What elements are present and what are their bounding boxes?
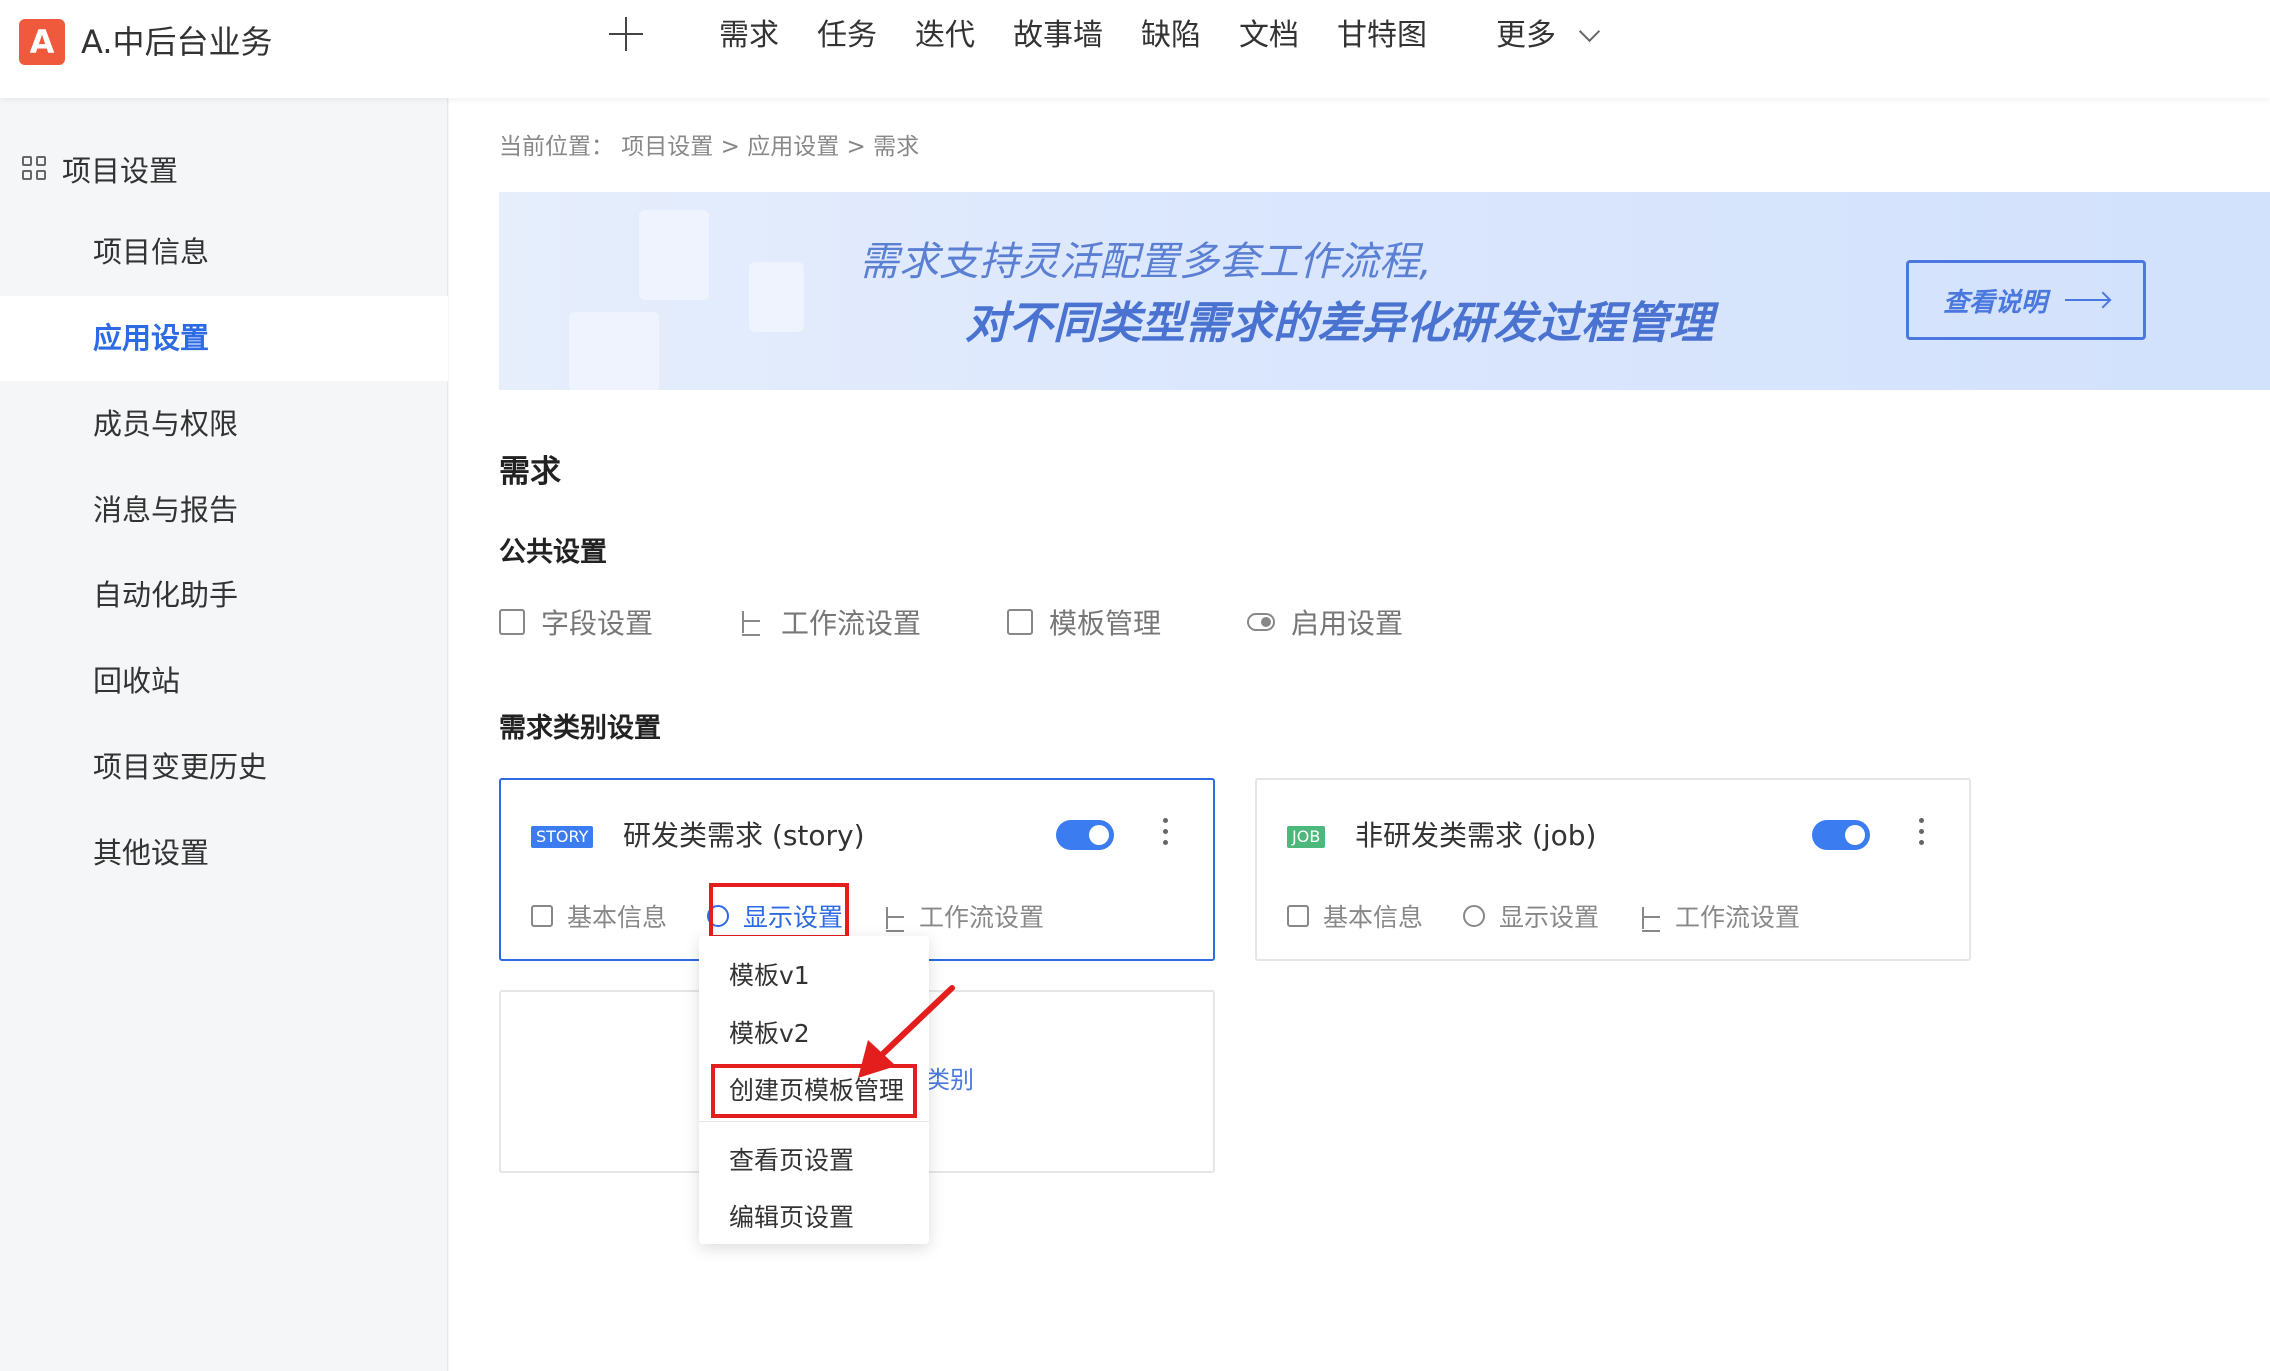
- basic-info-link[interactable]: 基本信息: [1287, 898, 1423, 934]
- nav-more-label: 更多: [1496, 18, 1556, 53]
- sidebar-item-automation[interactable]: 自动化助手: [0, 553, 448, 638]
- sidebar-heading: 项目设置: [22, 148, 178, 190]
- sidebar-heading-label: 项目设置: [62, 154, 179, 188]
- add-icon[interactable]: [604, 12, 648, 56]
- category-card-story[interactable]: STORY 研发类需求 (story) 基本信息 显示设置 工作流设置: [499, 778, 1215, 961]
- info-icon: [1287, 905, 1309, 927]
- job-tag: JOB: [1287, 826, 1326, 848]
- nav-more[interactable]: 更多: [1496, 14, 1601, 58]
- card-workflow-label: 工作流设置: [919, 903, 1045, 932]
- sidebar-item-other[interactable]: 其他设置: [0, 811, 448, 896]
- card-workflow-link[interactable]: 工作流设置: [883, 898, 1044, 934]
- grid-icon: [22, 156, 48, 182]
- workflow-icon: [739, 609, 765, 636]
- display-settings-link[interactable]: 显示设置: [1463, 898, 1599, 934]
- project-name[interactable]: A.中后台业务: [81, 20, 273, 64]
- card-workflow-label: 工作流设置: [1675, 903, 1801, 932]
- sidebar-item-recycle-bin[interactable]: 回收站: [0, 639, 448, 724]
- basic-info-label: 基本信息: [1323, 903, 1424, 932]
- banner-line-1: 需求支持灵活配置多套工作流程,: [859, 239, 1432, 285]
- nav-requirements[interactable]: 需求: [719, 14, 779, 58]
- story-tag: STORY: [531, 826, 594, 848]
- toggle-icon: [1247, 613, 1276, 631]
- basic-info-link[interactable]: 基本信息: [531, 898, 667, 934]
- field-settings-link[interactable]: 字段设置: [499, 602, 653, 642]
- card-workflow-link[interactable]: 工作流设置: [1639, 898, 1800, 934]
- more-vertical-icon[interactable]: [1161, 818, 1169, 850]
- template-management-label: 模板管理: [1049, 607, 1162, 640]
- workflow-icon: [1639, 905, 1661, 932]
- nav-gantt[interactable]: 甘特图: [1337, 14, 1427, 58]
- category-settings-title: 需求类别设置: [499, 713, 661, 744]
- sidebar: 项目设置 项目信息 应用设置 成员与权限 消息与报告 自动化助手 回收站 项目变…: [0, 98, 448, 1371]
- breadcrumb: 当前位置： 项目设置 > 应用设置 > 需求: [499, 134, 920, 160]
- display-settings-label: 显示设置: [1499, 903, 1600, 932]
- basic-info-label: 基本信息: [567, 903, 668, 932]
- info-icon: [531, 905, 553, 927]
- field-settings-label: 字段设置: [541, 607, 654, 640]
- main-nav: 需求 任务 迭代 故事墙 缺陷 文档 甘特图: [719, 14, 1465, 58]
- workflow-settings-link[interactable]: 工作流设置: [739, 602, 921, 642]
- doc-decoration-icon: [749, 262, 804, 332]
- sidebar-item-messages[interactable]: 消息与报告: [0, 468, 448, 553]
- view-docs-label: 查看说明: [1943, 287, 2048, 318]
- banner-line-2: 对不同类型需求的差异化研发过程管理: [965, 298, 1713, 349]
- category-title: 研发类需求 (story): [623, 819, 865, 852]
- template-icon: [1007, 609, 1034, 635]
- page-title: 需求: [499, 454, 561, 490]
- doc-decoration-icon: [569, 312, 659, 390]
- project-logo[interactable]: A: [19, 19, 65, 65]
- field-icon: [499, 609, 525, 635]
- enable-settings-label: 启用设置: [1291, 607, 1404, 640]
- nav-story-wall[interactable]: 故事墙: [1013, 14, 1103, 58]
- enable-toggle[interactable]: [1056, 820, 1114, 850]
- card-links: 基本信息 显示设置 工作流设置: [1287, 898, 1840, 934]
- workflow-settings-label: 工作流设置: [781, 607, 922, 640]
- highlight-box: [709, 883, 849, 939]
- category-card-job[interactable]: JOB 非研发类需求 (job) 基本信息 显示设置 工作流设置: [1255, 778, 1971, 961]
- view-docs-button[interactable]: 查看说明: [1906, 260, 2146, 340]
- info-banner: 需求支持灵活配置多套工作流程, 对不同类型需求的差异化研发过程管理 查看说明: [499, 192, 2270, 390]
- enable-toggle[interactable]: [1812, 820, 1870, 850]
- dropdown-item-edit-settings[interactable]: 编辑页设置: [699, 1190, 929, 1246]
- eye-icon: [1463, 905, 1486, 927]
- category-title: 非研发类需求 (job): [1355, 819, 1597, 852]
- more-vertical-icon[interactable]: [1917, 818, 1925, 850]
- annotation-arrow-icon: [858, 985, 955, 1078]
- top-bar: A A.中后台业务 需求 任务 迭代 故事墙 缺陷 文档 甘特图 更多: [0, 0, 2270, 98]
- nav-iterations[interactable]: 迭代: [915, 14, 975, 58]
- sidebar-item-members[interactable]: 成员与权限: [0, 382, 448, 467]
- sidebar-item-history[interactable]: 项目变更历史: [0, 725, 448, 810]
- workflow-icon: [883, 905, 905, 932]
- public-settings-row: 字段设置 工作流设置 模板管理 启用设置: [499, 602, 1489, 642]
- enable-settings-link[interactable]: 启用设置: [1247, 602, 1403, 642]
- chevron-down-icon: [1578, 20, 1601, 42]
- sidebar-item-project-info[interactable]: 项目信息: [0, 210, 448, 295]
- dropdown-divider: [699, 1121, 929, 1122]
- nav-bugs[interactable]: 缺陷: [1141, 14, 1201, 58]
- nav-tasks[interactable]: 任务: [817, 14, 877, 58]
- arrow-right-icon: [2065, 299, 2110, 301]
- main-content: 当前位置： 项目设置 > 应用设置 > 需求 需求支持灵活配置多套工作流程, 对…: [449, 98, 2270, 1371]
- dropdown-item-view-settings[interactable]: 查看页设置: [699, 1133, 929, 1189]
- nav-docs[interactable]: 文档: [1239, 14, 1299, 58]
- doc-decoration-icon: [639, 210, 709, 300]
- sidebar-item-app-settings[interactable]: 应用设置: [0, 296, 448, 381]
- public-settings-title: 公共设置: [499, 537, 607, 568]
- template-management-link[interactable]: 模板管理: [1007, 602, 1161, 642]
